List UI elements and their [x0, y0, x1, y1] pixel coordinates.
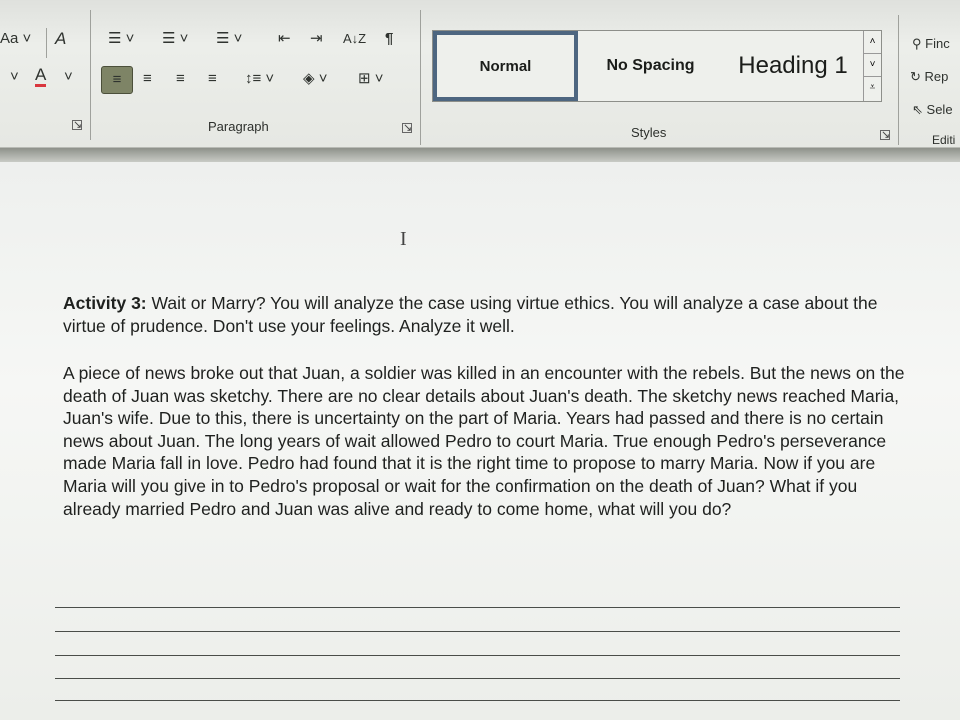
ribbon-shadow [0, 148, 960, 162]
paragraph-dialog-launcher-icon[interactable]: ↘ [402, 123, 412, 134]
scroll-up-icon[interactable]: ˄ [864, 31, 881, 54]
divider [46, 28, 47, 58]
shading-icon[interactable]: ◈ ˅ [303, 70, 327, 88]
replace-icon: ↻ [910, 69, 921, 84]
style-no-spacing[interactable]: No Spacing [583, 31, 718, 101]
increase-indent-icon[interactable]: ⇥ [310, 30, 323, 48]
style-normal[interactable]: Normal [433, 31, 578, 101]
activity-paragraph: Activity 3: Wait or Marry? You will anal… [63, 293, 878, 336]
answer-line[interactable] [55, 631, 900, 632]
show-formatting-icon[interactable]: ¶ [385, 30, 393, 48]
line-spacing-icon[interactable]: ↕≡ ˅ [245, 70, 274, 88]
align-right-icon[interactable]: ≡ [176, 70, 185, 88]
replace-button[interactable]: ↻ Rep [910, 68, 948, 86]
paragraph-group-label: Paragraph [208, 119, 269, 134]
scroll-down-icon[interactable]: ˅ [864, 54, 881, 77]
divider [90, 10, 91, 140]
cursor-arrow-icon: ⇖ [912, 102, 923, 117]
select-button[interactable]: ⇖ Sele [912, 101, 953, 119]
divider [898, 15, 899, 145]
styles-gallery: Normal No Spacing Heading 1 ˄ ˅ ⩡ [432, 30, 882, 102]
numbering-icon[interactable]: ☰ ˅ [162, 30, 188, 48]
more-styles-icon[interactable]: ⩡ [864, 77, 881, 100]
chevron-down-icon[interactable]: ˅ [64, 68, 73, 86]
styles-scrollbar[interactable]: ˄ ˅ ⩡ [863, 31, 881, 101]
ribbon: Aa ˅ A ˅ A ˅ ↘ ☰ ˅ ☰ ˅ ☰ ˅ ⇤ ⇥ A↓Z ¶ ≡ ≡… [0, 0, 960, 148]
answer-line[interactable] [55, 678, 900, 679]
answer-line[interactable] [55, 700, 900, 701]
decrease-indent-icon[interactable]: ⇤ [278, 30, 291, 48]
style-heading-1[interactable]: Heading 1 [723, 31, 863, 101]
multilevel-list-icon[interactable]: ☰ ˅ [216, 30, 242, 48]
styles-group-label: Styles [631, 125, 667, 140]
answer-line[interactable] [55, 607, 900, 608]
font-dialog-launcher-icon[interactable]: ↘ [72, 120, 82, 131]
borders-icon[interactable]: ⊞ ˅ [358, 70, 384, 88]
align-center-icon[interactable]: ≡ [143, 70, 152, 88]
editing-group-label: Editi [932, 133, 956, 147]
answer-line[interactable] [55, 655, 900, 656]
clear-formatting-icon[interactable]: A [55, 30, 66, 48]
styles-dialog-launcher-icon[interactable]: ↘ [880, 130, 890, 141]
font-color-icon[interactable]: A [35, 66, 47, 87]
text-cursor-icon: I [400, 228, 407, 250]
align-left-button[interactable]: ≡ [101, 66, 133, 94]
chevron-down-icon[interactable]: ˅ [10, 68, 19, 86]
divider [420, 10, 421, 145]
story-paragraph: A piece of news broke out that Juan, a s… [63, 363, 905, 519]
justify-icon[interactable]: ≡ [208, 70, 217, 88]
change-case-button[interactable]: Aa ˅ [0, 30, 31, 48]
search-icon: ⚲ [912, 36, 922, 51]
sort-icon[interactable]: A↓Z [343, 30, 366, 48]
bullets-icon[interactable]: ☰ ˅ [108, 30, 134, 48]
find-button[interactable]: ⚲ Finc [912, 35, 950, 53]
